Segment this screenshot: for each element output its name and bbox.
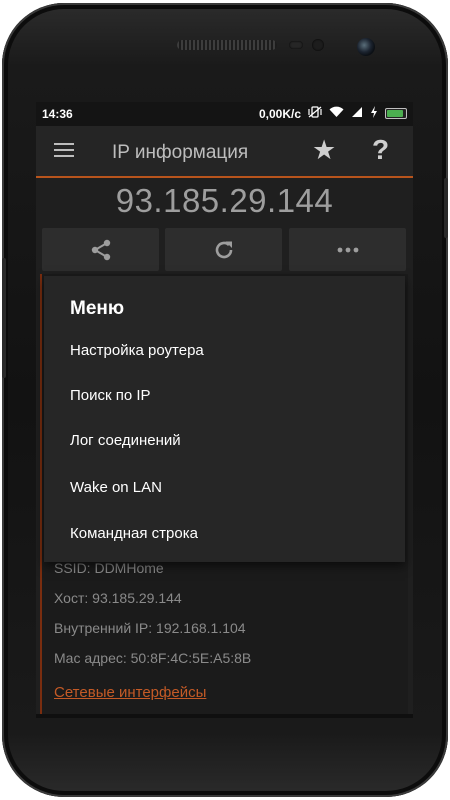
app-bar-divider (36, 176, 413, 178)
share-button[interactable] (42, 228, 159, 271)
charging-icon (370, 106, 378, 121)
refresh-icon (215, 241, 232, 258)
menu-item-router-settings[interactable]: Настройка роутера (70, 342, 204, 359)
more-icon (337, 247, 358, 252)
menu-item-wake-on-lan[interactable]: Wake on LAN (70, 479, 162, 496)
battery-icon (385, 108, 407, 119)
network-interfaces-link[interactable]: Сетевые интерфейсы (54, 684, 206, 701)
app-title: IP информация (112, 142, 249, 163)
volume-button[interactable] (2, 258, 6, 378)
help-icon[interactable]: ? (372, 134, 389, 166)
signal-icon (351, 106, 363, 121)
more-button[interactable] (289, 228, 406, 271)
internal-ip-text: Внутренний IP: 192.168.1.104 (54, 620, 246, 636)
mac-address-text: Mac адрес: 50:8F:4C:5E:A5:8B (54, 650, 252, 666)
vibrate-off-icon (308, 106, 322, 121)
screen-bottom-edge (36, 714, 413, 718)
light-sensor (312, 39, 324, 51)
earpiece-speaker (177, 40, 277, 50)
power-button[interactable] (444, 178, 448, 238)
menu-dropdown: Меню Настройка роутера Поиск по IP Лог с… (44, 276, 405, 562)
proximity-sensor (289, 41, 303, 49)
hamburger-menu-icon[interactable] (54, 143, 74, 158)
star-icon[interactable]: ★ (312, 135, 336, 166)
network-speed: 0,00K/c (258, 106, 301, 121)
wifi-icon (329, 106, 344, 121)
menu-item-command-line[interactable]: Командная строка (70, 525, 198, 542)
menu-item-connection-log[interactable]: Лог соединений (70, 432, 181, 449)
app-bar: IP информация ★ ? (36, 126, 413, 176)
front-camera (357, 38, 375, 56)
share-icon (91, 239, 110, 260)
host-text: Хост: 93.185.29.144 (54, 590, 182, 606)
refresh-button[interactable] (165, 228, 282, 271)
battery-level (387, 110, 404, 117)
ssid-text: SSID: DDMHome (54, 560, 164, 576)
screen: 14:36 0,00K/c IP информация ★ ? 93.185.2… (36, 102, 413, 714)
status-icons: 0,00K/c (259, 106, 407, 121)
menu-title: Меню (70, 298, 125, 319)
status-bar: 14:36 0,00K/c (36, 102, 413, 126)
ip-address: 93.185.29.144 (115, 182, 334, 219)
status-time: 14:36 (42, 107, 73, 121)
menu-item-ip-lookup[interactable]: Поиск по IP (70, 387, 151, 404)
